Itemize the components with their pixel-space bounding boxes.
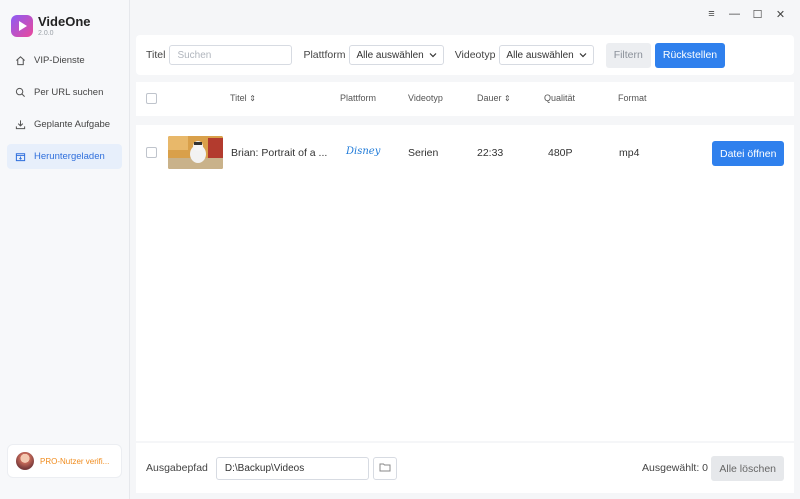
sidebar-item-vip[interactable]: VIP-Dienste [7,48,122,73]
minimize-icon[interactable]: — [723,6,746,22]
header-duration[interactable]: Dauer ⇕ [477,93,511,103]
filter-button[interactable]: Filtern [605,42,651,68]
chevron-down-icon [429,51,437,60]
close-icon[interactable]: ✕ [769,6,792,22]
video-thumbnail [168,136,223,169]
type-filter-label: Videotyp [454,49,496,61]
header-type: Videotyp [408,93,443,103]
row-checkbox[interactable] [146,147,157,158]
avatar [16,452,34,470]
home-icon [15,55,26,66]
header-platform: Plattform [340,93,377,103]
table-header: Titel ⇕ Plattform Videotyp Dauer ⇕ Quali… [136,82,794,116]
type-select-value: Alle auswählen [506,49,574,61]
sidebar-item-label: VIP-Dienste [34,55,85,66]
pro-status-box[interactable]: PRO-Nutzer verifi... [7,444,122,478]
select-all-checkbox[interactable] [146,93,157,104]
output-path-label: Ausgabepfad [146,462,208,474]
folder-icon [379,461,391,475]
sidebar-item-label: Heruntergeladen [34,151,105,162]
maximize-icon[interactable]: ☐ [746,6,769,22]
table-row: Brian: Portrait of a ... Disney Serien 2… [136,125,794,180]
filter-bar: Titel Plattform Alle auswählen Videotyp … [136,35,794,75]
footer-bar: Ausgabepfad Ausgewählt: 0 Alle löschen [136,443,794,493]
selected-count: Ausgewählt: 0 [642,462,708,474]
sidebar-item-downloaded[interactable]: Heruntergeladen [7,144,122,169]
row-quality: 480P [548,147,573,159]
sidebar: VideOne 2.0.0 VIP-Dienste Per URL suchen… [0,0,130,499]
output-path-input[interactable] [215,456,369,480]
row-format: mp4 [619,147,640,159]
platform-select[interactable]: Alle auswählen [349,45,444,65]
app-version: 2.0.0 [38,30,54,37]
table-body: Brian: Portrait of a ... Disney Serien 2… [136,125,794,441]
pro-status-text: PRO-Nutzer verifi... [40,456,110,466]
title-filter-label: Titel [146,49,166,61]
disney-platform-logo: Disney [346,146,381,157]
window-controls: ≡ — ☐ ✕ [700,6,792,22]
menu-icon[interactable]: ≡ [700,6,723,22]
type-select[interactable]: Alle auswählen [499,45,594,65]
reset-button[interactable]: Rückstellen [654,42,726,68]
header-duration-label: Dauer [477,93,502,103]
search-icon [15,87,26,98]
sort-icon: ⇕ [249,94,256,103]
sidebar-item-label: Per URL suchen [34,87,104,98]
sidebar-nav: VIP-Dienste Per URL suchen Geplante Aufg… [7,48,122,176]
title-search-input[interactable] [169,45,293,65]
download-icon [15,119,26,130]
platform-select-value: Alle auswählen [356,49,424,61]
row-duration: 22:33 [477,147,504,159]
header-title-label: Titel [230,93,247,103]
header-format: Format [618,93,647,103]
header-quality: Qualität [544,93,576,103]
main-panel: Titel Plattform Alle auswählen Videotyp … [136,35,794,495]
row-type: Serien [408,147,439,159]
clear-all-button[interactable]: Alle löschen [711,456,784,481]
brand: VideOne 2.0.0 [11,13,121,41]
sort-icon: ⇕ [504,94,511,103]
sidebar-item-scheduled[interactable]: Geplante Aufgabe [7,112,122,137]
header-title[interactable]: Titel ⇕ [230,93,256,103]
app-logo-icon [11,15,33,37]
open-file-button[interactable]: Datei öffnen [712,141,785,166]
downloaded-box-icon [15,151,26,162]
platform-filter-label: Plattform [303,49,346,61]
app-name: VideOne [38,14,91,29]
chevron-down-icon [579,51,587,60]
sidebar-item-label: Geplante Aufgabe [34,119,111,130]
sidebar-item-url-search[interactable]: Per URL suchen [7,80,122,105]
folder-open-button[interactable] [372,456,397,480]
row-title: Brian: Portrait of a ... [231,147,328,159]
